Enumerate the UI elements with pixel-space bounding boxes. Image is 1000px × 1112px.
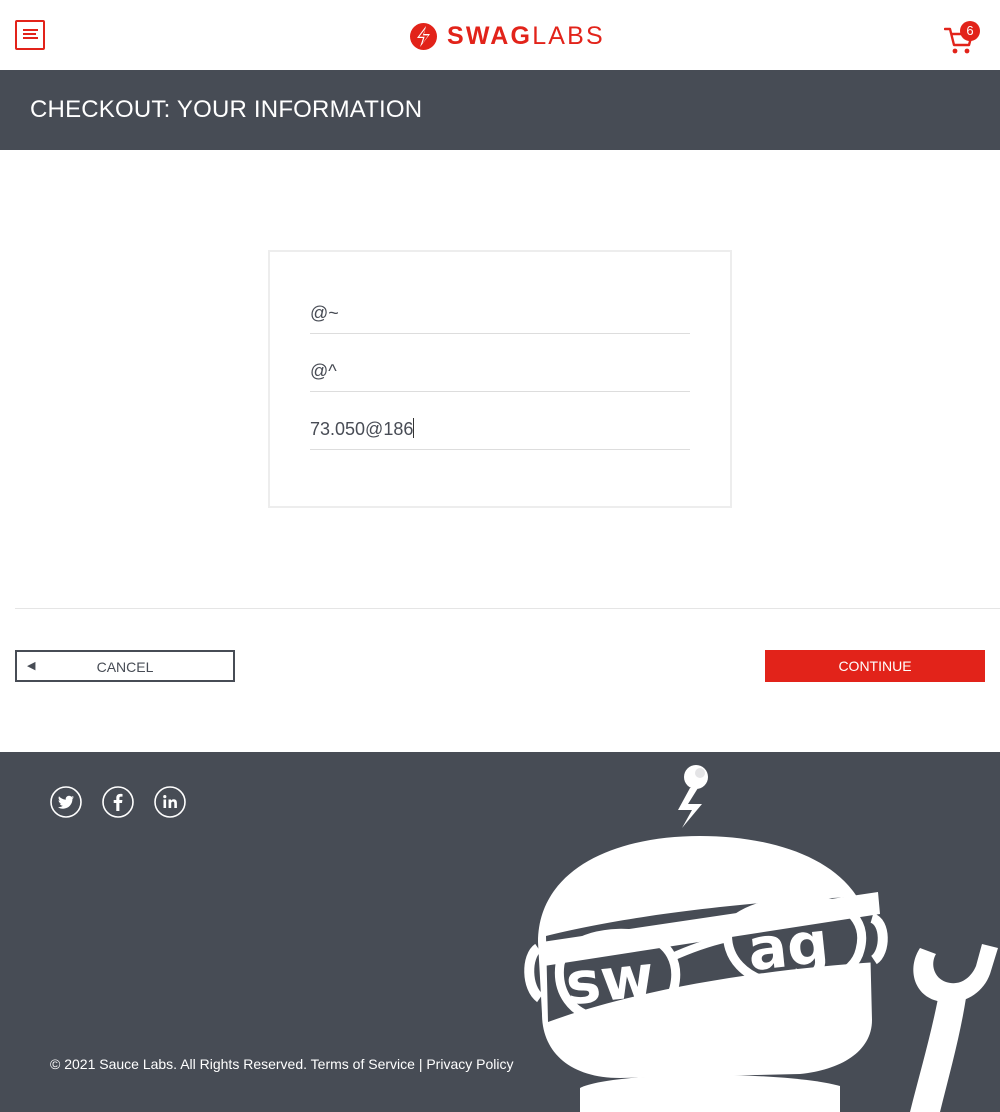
logo-bolt-icon — [410, 22, 437, 50]
menu-button[interactable] — [15, 20, 45, 50]
postal-code-input[interactable] — [310, 410, 690, 450]
app-header: SWAGLABS 6 — [0, 0, 1000, 70]
page-title: CHECKOUT: YOUR INFORMATION — [30, 96, 423, 123]
linkedin-link[interactable] — [154, 786, 186, 818]
twitter-icon — [50, 786, 82, 818]
footer: sw ag © 2021 Sauce Labs. All Rights Rese… — [0, 752, 1000, 1112]
first-name-input[interactable] — [310, 294, 690, 334]
cancel-label: CANCEL — [96, 659, 154, 675]
text-cursor — [413, 418, 414, 438]
swag-bot-illustration: sw ag — [524, 765, 998, 1112]
continue-label: CONTINUE — [838, 658, 912, 674]
logo-text: SWAGLABS — [447, 21, 605, 50]
copyright-text: © 2021 Sauce Labs. All Rights Reserved. … — [50, 1056, 513, 1072]
swag-lettering-ag: ag — [744, 908, 831, 984]
menu-icon-line — [23, 33, 36, 35]
terms-of-service-link[interactable]: Terms of Service — [311, 1056, 415, 1072]
facebook-link[interactable] — [102, 786, 134, 818]
divider — [15, 608, 1000, 609]
continue-button[interactable]: CONTINUE — [765, 650, 985, 682]
twitter-link[interactable] — [50, 786, 82, 818]
menu-icon — [23, 29, 38, 31]
last-name-input[interactable] — [310, 352, 690, 392]
copyright-notice: © 2021 Sauce Labs. All Rights Reserved. — [50, 1056, 308, 1072]
swag-labs-logo: SWAGLABS — [409, 20, 605, 52]
privacy-policy-link[interactable]: Privacy Policy — [426, 1056, 513, 1072]
cancel-button[interactable]: ◀ CANCEL — [15, 650, 235, 682]
swag-lettering-sw: sw — [562, 942, 657, 1019]
logo-text-light: LABS — [532, 21, 605, 50]
linkedin-icon — [154, 786, 186, 818]
facebook-icon — [102, 786, 134, 818]
logo-text-bold: SWAG — [447, 21, 533, 50]
footer-separator: | — [418, 1056, 423, 1072]
cart-count-badge: 6 — [960, 21, 980, 41]
menu-icon-line — [23, 37, 38, 39]
